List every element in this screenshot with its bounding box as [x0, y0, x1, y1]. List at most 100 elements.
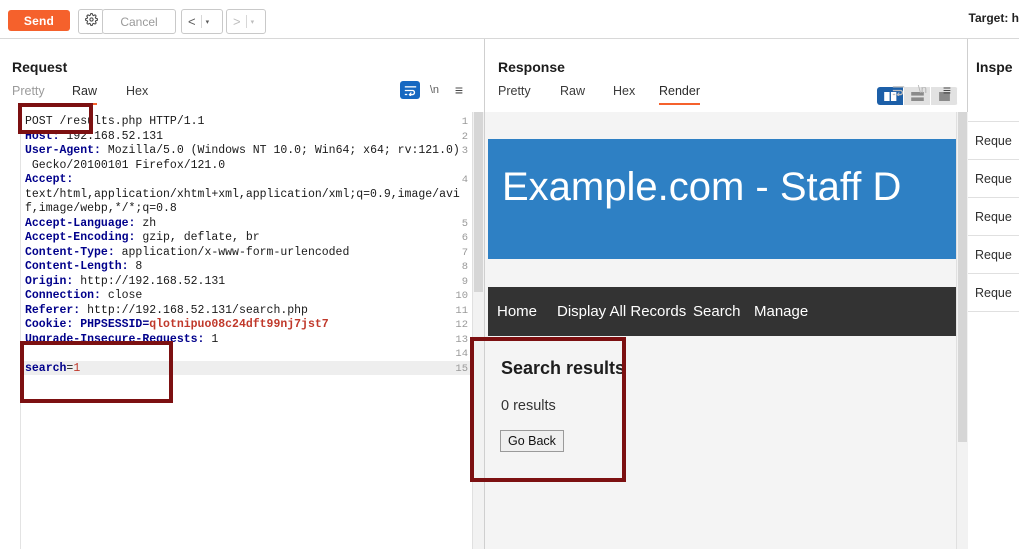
- request-line-number: 11: [455, 304, 468, 317]
- scrollbar-thumb[interactable]: [474, 112, 483, 292]
- scrollbar-thumb[interactable]: [958, 112, 967, 442]
- inspector-row-label: Reque: [975, 248, 1012, 262]
- word-wrap-icon[interactable]: [400, 81, 420, 99]
- chevron-down-icon[interactable]: ▾: [202, 18, 215, 26]
- top-toolbar: Send Cancel < ▾ > ▾ Target: h: [0, 0, 1019, 39]
- tab-response-raw[interactable]: Raw: [560, 84, 585, 103]
- request-line-segment: gzip, deflate, br: [142, 231, 260, 244]
- search-results-heading: Search results: [501, 358, 626, 378]
- chevron-left-icon: <: [188, 14, 196, 29]
- request-line-number: 1: [461, 116, 468, 128]
- request-line: User-Agent: Mozilla/5.0 (Windows NT 10.0…: [25, 144, 460, 159]
- tab-request-raw[interactable]: Raw: [72, 84, 98, 105]
- request-menu-icon[interactable]: ≡: [449, 81, 469, 99]
- request-line-segment: http://192.168.52.131: [80, 274, 226, 288]
- response-menu-icon[interactable]: ≡: [937, 81, 957, 99]
- chevron-right-icon: >: [233, 14, 241, 29]
- tab-response-pretty[interactable]: Pretty: [498, 84, 531, 103]
- inspector-row-4[interactable]: Reque: [968, 273, 1019, 312]
- request-panel-title: Request: [12, 59, 68, 75]
- request-line-segment: Mozilla/5.0 (Windows NT 10.0; Win64; x64…: [107, 144, 460, 157]
- gear-icon: [84, 12, 98, 31]
- tab-response-render[interactable]: Render: [659, 84, 700, 105]
- request-line-segment: http://192.168.52.131/search.php: [87, 303, 308, 317]
- tab-request-hex[interactable]: Hex: [126, 84, 148, 103]
- inspector-row-0[interactable]: Reque: [968, 121, 1019, 160]
- request-line-gutter: [0, 112, 21, 549]
- inspector-row-1[interactable]: Reque: [968, 159, 1019, 198]
- request-line: Origin: http://192.168.52.131: [25, 275, 225, 290]
- request-line-number: 8: [461, 261, 468, 273]
- request-line: Gecko/20100101 Firefox/121.0: [25, 159, 225, 174]
- request-line-segment: 192.168.52.131: [66, 129, 164, 143]
- send-button[interactable]: Send: [8, 10, 70, 31]
- request-raw-text[interactable]: POST /results.php HTTP/1.1 Host: 192.168.…: [21, 112, 471, 549]
- rendered-site-title: Example.com - Staff D: [502, 165, 902, 209]
- request-line-segment: Referer:: [25, 303, 88, 317]
- request-line: f,image/webp,*/*;q=0.8: [25, 202, 177, 217]
- request-line: text/html,application/xhtml+xml,applicat…: [25, 188, 460, 203]
- request-line-number: 12: [455, 319, 468, 331]
- request-line-number: 4: [461, 174, 468, 186]
- request-line-segment: 8: [135, 260, 143, 273]
- response-render-view: Example.com - Staff D Home Display All R…: [485, 112, 956, 549]
- request-line-segment: Gecko/20100101 Firefox/121.0: [25, 158, 226, 172]
- request-line-number: 7: [461, 246, 468, 259]
- response-editor-icons: \n ≡: [888, 81, 957, 101]
- rendered-nav-search[interactable]: Search: [693, 303, 741, 320]
- request-line-segment: Host:: [25, 129, 67, 143]
- inspector-row-label: Reque: [975, 286, 1012, 300]
- request-line: Accept:: [25, 173, 80, 188]
- request-line-segment: Upgrade-Insecure-Requests:: [25, 332, 212, 346]
- request-line-segment: search: [25, 361, 67, 375]
- newline-icon[interactable]: \n: [912, 81, 932, 99]
- cancel-button[interactable]: Cancel: [102, 9, 176, 34]
- request-line-segment: 1: [73, 361, 81, 375]
- request-line: Content-Length: 8: [25, 260, 142, 275]
- rendered-site-navbar: Home Display All Records Search Manage: [488, 287, 956, 336]
- request-line: Accept-Encoding: gzip, deflate, br: [25, 231, 260, 246]
- settings-gear-button[interactable]: [78, 9, 104, 34]
- request-line: Cookie: PHPSESSID=qlotnipuo08c24dft99nj7…: [25, 318, 329, 333]
- request-line-segment: 1: [211, 332, 219, 346]
- request-line: POST /results.php HTTP/1.1: [25, 115, 204, 130]
- request-line-segment: Accept-Language:: [25, 216, 143, 230]
- request-line-number: 14: [455, 348, 468, 360]
- newline-icon[interactable]: \n: [424, 81, 444, 99]
- search-results-count: 0 results: [501, 398, 556, 414]
- rendered-site-content: Search results 0 results Go Back: [488, 336, 956, 549]
- request-line-segment: Cookie:: [25, 318, 81, 331]
- word-wrap-icon[interactable]: [888, 81, 908, 99]
- tab-response-hex[interactable]: Hex: [613, 84, 635, 103]
- tab-request-pretty[interactable]: Pretty: [12, 84, 45, 103]
- go-back-button[interactable]: Go Back: [500, 430, 564, 452]
- rendered-nav-home[interactable]: Home: [497, 303, 537, 320]
- request-line-segment: application/x-www-form-urlencoded: [121, 245, 350, 259]
- response-vertical-scrollbar[interactable]: [956, 112, 968, 549]
- previous-request-button[interactable]: < ▾: [181, 9, 223, 34]
- rendered-nav-display-all-records[interactable]: Display All Records: [557, 303, 686, 320]
- request-line-segment: text/html,application/xhtml+xml,applicat…: [25, 187, 460, 201]
- chevron-down-icon[interactable]: ▾: [247, 18, 260, 26]
- target-label: Target: h: [968, 11, 1019, 25]
- request-line-segment: POST /results.php HTTP/1.1: [25, 115, 205, 128]
- inspector-row-label: Reque: [975, 210, 1012, 224]
- inspector-row-3[interactable]: Reque: [968, 235, 1019, 274]
- inspector-list-end-divider: [968, 311, 1019, 312]
- request-editor[interactable]: POST /results.php HTTP/1.1 Host: 192.168.…: [0, 112, 471, 549]
- request-vertical-scrollbar[interactable]: [472, 112, 484, 549]
- request-line-number: 15: [455, 362, 468, 375]
- request-line-segment: f,image/webp,*/*;q=0.8: [25, 202, 177, 215]
- request-line: Host: 192.168.52.131: [25, 130, 163, 145]
- next-request-button[interactable]: > ▾: [226, 9, 266, 34]
- request-line-segment: Connection:: [25, 289, 108, 302]
- rendered-nav-manage[interactable]: Manage: [754, 303, 808, 320]
- request-line-number: 9: [461, 275, 468, 288]
- response-panel: Response Pretty Raw Hex Render \n ≡ Exam…: [485, 39, 968, 549]
- response-panel-title: Response: [498, 59, 565, 75]
- request-line-segment: Content-Length:: [25, 260, 136, 273]
- inspector-row-2[interactable]: Reque: [968, 197, 1019, 236]
- request-line-segment: zh: [142, 216, 157, 230]
- request-line: Accept-Language: zh: [25, 217, 156, 232]
- request-line-segment: close: [107, 289, 143, 302]
